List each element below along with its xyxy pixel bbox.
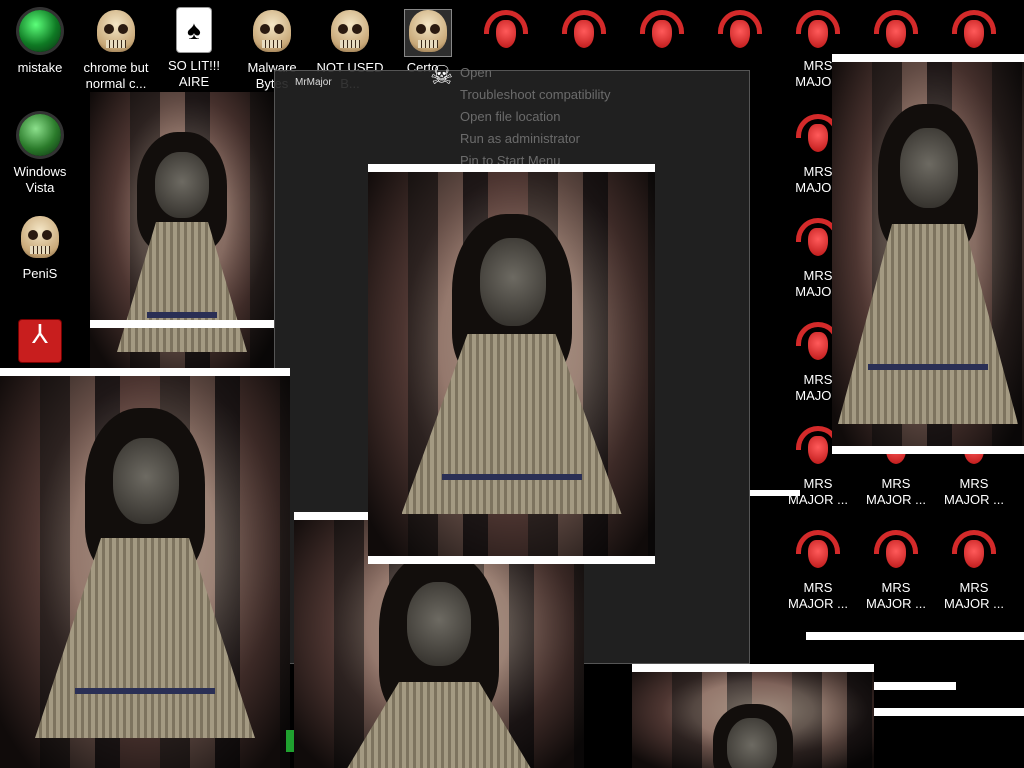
desktop-icon-chrome[interactable]: chrome but normal c...: [78, 8, 154, 92]
recycle-orb-icon: [17, 114, 63, 160]
skull-icon: [93, 10, 139, 56]
icon-label: PeniS: [22, 266, 58, 281]
menu-item: Open: [460, 65, 492, 80]
icon-label: mistake: [17, 60, 63, 75]
demon-icon: [795, 530, 841, 576]
demon-icon[interactable]: [468, 8, 544, 60]
desktop-icon-solitaire[interactable]: ♠ SO LIT!!! AIRE: [156, 8, 232, 90]
icon-label: MRS MAJOR ...: [944, 580, 1004, 611]
desktop-icon-mistake[interactable]: mistake: [2, 8, 78, 76]
icon-label: Windows Vista: [13, 164, 67, 195]
demon-icon: [717, 10, 763, 56]
skull-crossbones-icon: ☠: [430, 60, 454, 90]
skull-icon: [327, 10, 373, 56]
creepy-image-popup: [632, 664, 874, 768]
green-orb-icon: [17, 10, 63, 56]
desktop-icon-pdf[interactable]: [2, 318, 78, 370]
creepy-image-popup: [832, 54, 1024, 454]
demon-icon: [873, 530, 919, 576]
menu-item: Run as administrator: [460, 131, 580, 146]
icon-label: MRS MAJOR ...: [866, 476, 926, 507]
icon-label: MRS MAJOR ...: [788, 580, 848, 611]
demon-icon[interactable]: [858, 8, 934, 60]
desktop-icon-certo[interactable]: Certo...: [390, 8, 466, 76]
creepy-image-popup: [90, 92, 274, 368]
demon-icon: [639, 10, 685, 56]
demon-desktop-icon[interactable]: MRS MAJOR ...: [936, 528, 1012, 612]
glitch-line: [750, 490, 800, 496]
demon-icon: [561, 10, 607, 56]
demon-icon[interactable]: [624, 8, 700, 60]
demon-desktop-icon[interactable]: MRS MAJOR ...: [780, 528, 856, 612]
creepy-image-popup-main: [368, 164, 655, 564]
demon-icon[interactable]: [546, 8, 622, 60]
menu-item: Open file location: [460, 109, 561, 124]
glitch-line: [874, 682, 956, 690]
glitch-line: [806, 632, 1024, 640]
ghost-context-menu: Open Troubleshoot compatibility Open fil…: [460, 62, 611, 172]
desktop-icon-penis[interactable]: PeniS: [2, 214, 78, 282]
icon-label: MRS MAJOR ...: [944, 476, 1004, 507]
demon-icon[interactable]: [936, 8, 1012, 60]
menu-item: Troubleshoot compatibility: [460, 87, 611, 102]
demon-icon: [873, 10, 919, 56]
skull-icon: [404, 9, 452, 57]
demon-icon[interactable]: [780, 8, 856, 60]
icon-label: chrome but normal c...: [83, 60, 149, 91]
taskbar-fragment: [286, 730, 294, 752]
demon-icon: [483, 10, 529, 56]
creepy-image-popup: [0, 368, 290, 768]
playing-card-icon: ♠: [171, 8, 217, 54]
demon-icon[interactable]: [702, 8, 778, 60]
icon-label: SO LIT!!! AIRE: [167, 58, 220, 89]
demon-desktop-icon[interactable]: MRS MAJOR ...: [858, 528, 934, 612]
demon-icon: [951, 530, 997, 576]
pdf-icon: [17, 320, 63, 366]
glitch-line: [874, 708, 1024, 716]
skull-icon: [17, 216, 63, 262]
desktop-icon-windows-vista[interactable]: Windows Vista: [2, 112, 78, 196]
demon-icon: [795, 10, 841, 56]
skull-icon: [249, 10, 295, 56]
demon-icon: [951, 10, 997, 56]
icon-label: MRS MAJOR ...: [866, 580, 926, 611]
